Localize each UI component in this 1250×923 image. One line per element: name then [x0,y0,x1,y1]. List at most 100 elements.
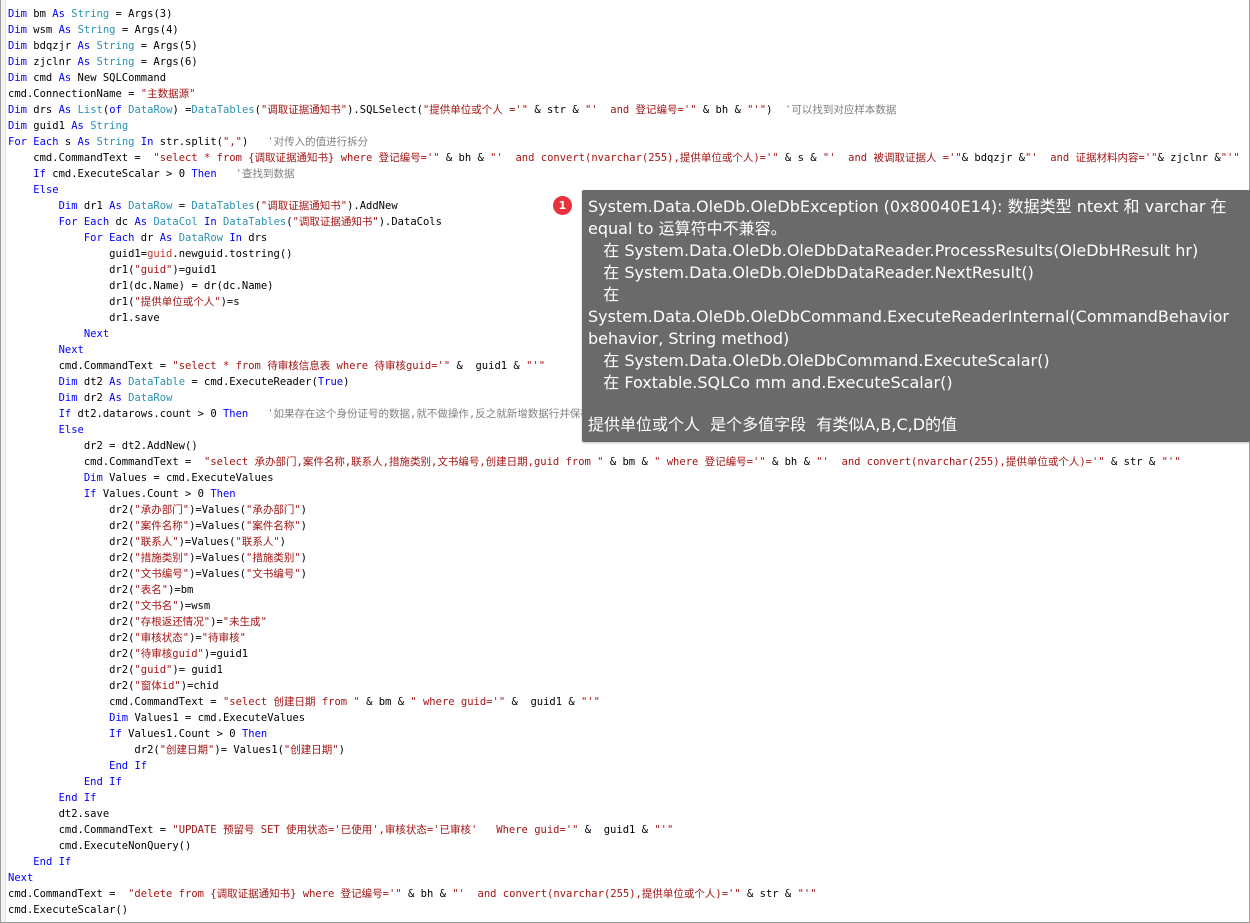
code-token: zjclnr [26,56,78,68]
code-token: In [229,232,242,244]
code-line[interactable]: cmd.CommandText = "UPDATE 预留号 SET 使用状态='… [8,822,1245,838]
code-token: dr2( [8,568,135,580]
code-token: Values.Count > [96,488,198,500]
editor-gutter [1,0,6,922]
code-token: cmd.ExecuteScalar() [8,904,129,916]
code-token: dr2( [8,664,135,676]
code-token: dr1.save [8,312,160,324]
code-token: Next [8,872,34,884]
code-line[interactable]: cmd.CommandText = "delete from {调取证据通知书}… [8,886,1245,902]
tooltip-line: 在 System.Data.OleDb.OleDbDataReader.Next… [588,263,1034,282]
code-line[interactable]: cmd.CommandText = "select 创建日期 from " & … [8,694,1245,710]
code-line[interactable]: End If [8,774,1245,790]
code-line[interactable]: Dim wsm As String = Args(4) [8,22,1245,38]
code-line[interactable]: cmd.CommandText = "select * from {调取证据通知… [8,150,1245,166]
code-line[interactable]: dr2("窗体id")=chid [8,678,1245,694]
code-token: '查找到数据 [235,168,295,180]
code-token: Dim [8,40,27,52]
code-line[interactable]: dr2("文书编号")=Values("文书编号") [8,566,1245,582]
code-line[interactable]: dr2("审核状态")="待审核" [8,630,1245,646]
code-line[interactable]: dr2("创建日期")= Values1("创建日期") [8,742,1245,758]
code-line[interactable]: dr2("承办部门")=Values("承办部门") [8,502,1245,518]
code-line[interactable]: cmd.CommandText = "select 承办部门,案件名称,联系人,… [8,454,1245,470]
code-token: guid1 [26,120,72,132]
code-token: & str & [1104,456,1162,468]
code-line[interactable]: Dim Values1 = cmd.ExecuteValues [8,710,1245,726]
code-token: cmd.CommandText = [8,152,154,164]
code-line[interactable]: End If [8,790,1245,806]
code-token: "' and convert(nvarchar(255),提供单位或个人)='" [490,152,779,164]
code-line[interactable]: Dim guid1 As String [8,118,1245,134]
tooltip-line: 在 Foxtable.SQLCo mm and.ExecuteScalar() [588,373,953,392]
code-token: ) [166,8,173,20]
code-area[interactable]: Dim bm As String = Args(3) Dim wsm As Str… [8,6,1245,918]
code-token: "'" [747,104,767,116]
code-token: )=wsm [178,600,211,612]
code-token: DataTables [191,200,255,212]
code-line[interactable]: dr2("guid")= guid1 [8,662,1245,678]
code-line[interactable]: dr2("待审核guid")=guid1 [8,646,1245,662]
code-token: ) [300,520,307,532]
code-token: = cmd.ExecuteReader( [185,376,318,388]
code-line[interactable]: cmd.ConnectionName = "主数据源" [8,86,1245,102]
code-line[interactable]: If Values.Count > 0 Then [8,486,1245,502]
code-token: "审核状态" [134,632,190,644]
code-line[interactable]: dt2.save [8,806,1245,822]
code-line[interactable]: Dim zjclnr As String = Args(6) [8,54,1245,70]
code-token: "'" [581,696,600,708]
code-line[interactable]: cmd.ExecuteNonQuery() [8,838,1245,854]
error-badge[interactable]: 1 [553,196,572,215]
code-line[interactable]: Dim drs As List(of DataRow) =DataTables(… [8,102,1245,118]
code-token: = Args( [134,56,186,68]
code-token: dr2( [8,552,135,564]
code-line[interactable]: End If [8,854,1245,870]
code-token: Dim [8,24,27,36]
code-token: Then [241,728,268,740]
code-line[interactable]: dr2("措施类别")=Values("措施类别") [8,550,1245,566]
code-token: Dim [58,392,78,404]
code-token: As [71,120,84,132]
code-line[interactable]: dr2("表名")=bm [8,582,1245,598]
code-token: )=guid1 [203,648,249,660]
code-line[interactable]: Dim Values = cmd.ExecuteValues [8,470,1245,486]
code-token: Next [83,328,110,340]
code-token: ) [172,24,179,36]
code-token: "承办部门" [246,504,301,516]
code-line[interactable]: Dim bm As String = Args(3) [8,6,1245,22]
code-line[interactable]: cmd.ExecuteScalar() [8,902,1245,918]
code-token: "select 承办部门,案件名称,联系人,措施类别,文书编号,创建日期,gui… [203,456,604,468]
code-line[interactable]: End If [8,758,1245,774]
code-token: "'" [797,888,817,900]
code-line[interactable]: dr2("联系人")=Values("联系人") [8,534,1245,550]
code-token: As [109,376,122,388]
code-token: "调取证据通知书" [260,200,348,212]
code-line[interactable]: dr2("存根返还情况")="未生成" [8,614,1245,630]
code-token: "待审核" [201,632,246,644]
code-token: "窗体id" [134,680,181,692]
code-token: dr1( [8,264,135,276]
code-token: )= [189,632,202,644]
code-line[interactable]: Next [8,870,1245,886]
code-token: "措施类别" [246,552,301,564]
code-line[interactable]: If cmd.ExecuteScalar > 0 Then '查找到数据 [8,166,1245,182]
code-token: & bh & [401,888,453,900]
code-line[interactable]: Dim bdqzjr As String = Args(5) [8,38,1245,54]
code-token: drs [26,104,59,116]
code-token: "创建日期" [159,744,215,756]
code-token: dr2 [77,392,110,404]
code-token: "文书编号" [246,568,301,580]
code-token: "措施类别" [134,552,190,564]
code-line[interactable]: For Each s As String In str.split(",") '… [8,134,1245,150]
code-token: If [83,488,97,500]
code-line[interactable]: dr2("文书名")=wsm [8,598,1245,614]
code-line[interactable]: dr2("案件名称")=Values("案件名称") [8,518,1245,534]
code-line[interactable]: Dim cmd As New SQLCommand [8,70,1245,86]
code-token: "未生成" [222,616,267,628]
code-editor[interactable]: Dim bm As String = Args(3) Dim wsm As Str… [0,0,1250,923]
code-token: dr [134,232,160,244]
code-line[interactable]: If Values1.Count > 0 Then [8,726,1245,742]
